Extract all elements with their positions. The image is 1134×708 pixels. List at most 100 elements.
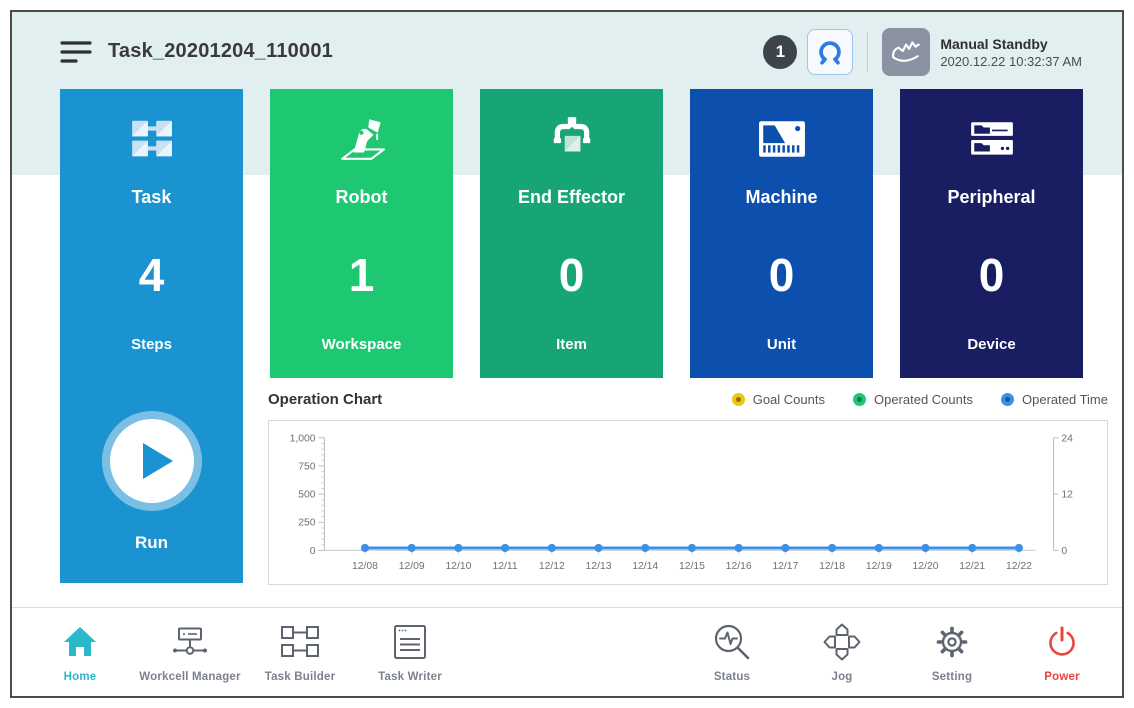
svg-text:12/11: 12/11	[493, 561, 518, 572]
legend-operated-time[interactable]: Operated Time	[1001, 392, 1108, 407]
bottom-navigation: Home	[12, 607, 1122, 696]
card-unit: Workspace	[322, 336, 402, 353]
svg-text:12/13: 12/13	[586, 561, 612, 572]
run-button[interactable]: Run	[110, 419, 194, 553]
card-label: Peripheral	[947, 187, 1035, 208]
workcell-manager-icon	[168, 622, 212, 662]
card-label: Robot	[336, 187, 388, 208]
card-unit: Steps	[131, 336, 172, 353]
svg-text:12/20: 12/20	[913, 561, 939, 572]
peripheral-rack-icon	[968, 113, 1016, 165]
nav-label: Status	[714, 671, 750, 683]
svg-text:500: 500	[298, 490, 316, 501]
svg-text:12/19: 12/19	[866, 561, 892, 572]
card-label: End Effector	[518, 187, 625, 208]
power-icon	[1045, 622, 1079, 662]
play-icon	[110, 419, 194, 503]
recovery-gripper-icon	[815, 37, 845, 67]
svg-text:12/15: 12/15	[679, 561, 705, 572]
nav-home[interactable]: Home	[25, 608, 135, 696]
svg-text:24: 24	[1061, 433, 1073, 444]
chart-title: Operation Chart	[268, 391, 382, 408]
run-label: Run	[135, 533, 168, 553]
card-value: 0	[559, 248, 585, 302]
peripheral-card[interactable]: Peripheral 0 Device	[900, 89, 1083, 378]
machine-icon	[758, 113, 806, 165]
mode-timestamp: 2020.12.22 10:32:37 AM	[940, 54, 1082, 69]
setting-gear-icon	[932, 622, 972, 662]
end-effector-card[interactable]: End Effector 0 Item	[480, 89, 663, 378]
card-value: 4	[139, 248, 165, 302]
svg-text:12/09: 12/09	[399, 561, 425, 572]
legend-label: Goal Counts	[753, 392, 825, 407]
nav-workcell-manager[interactable]: Workcell Manager	[135, 608, 245, 696]
app-window: Task_20201204_110001 1 Manual Standby	[10, 10, 1124, 698]
card-value: 0	[769, 248, 795, 302]
operated-time-dot-icon	[1001, 393, 1014, 406]
legend-goal-counts[interactable]: Goal Counts	[732, 392, 825, 407]
nav-power[interactable]: Power	[1007, 608, 1117, 696]
robot-arm-icon	[337, 113, 387, 165]
svg-text:1,000: 1,000	[290, 433, 316, 444]
task-blocks-icon	[129, 113, 175, 165]
nav-label: Task Writer	[378, 671, 442, 683]
card-unit: Item	[556, 336, 587, 353]
nav-label: Power	[1044, 671, 1080, 683]
operation-chart: 0 250 500 750 1,000 12/08 12/09 12/10 12/11 12/12…	[268, 420, 1108, 585]
svg-text:12/16: 12/16	[726, 561, 752, 572]
svg-text:12/08: 12/08	[352, 561, 378, 572]
notification-badge[interactable]: 1	[763, 35, 797, 69]
mode-label: Manual Standby	[940, 36, 1082, 52]
svg-text:0: 0	[1061, 546, 1067, 557]
svg-text:12/21: 12/21	[959, 561, 985, 572]
legend-label: Operated Time	[1022, 392, 1108, 407]
task-card[interactable]: Task 4 Steps Run	[60, 89, 243, 583]
svg-text:250: 250	[298, 518, 316, 529]
nav-label: Workcell Manager	[139, 671, 240, 683]
svg-text:750: 750	[298, 461, 316, 472]
nav-label: Home	[64, 671, 97, 683]
svg-text:12/12: 12/12	[539, 561, 565, 572]
jog-dpad-icon	[822, 622, 862, 662]
manual-mode-button[interactable]	[882, 28, 930, 76]
nav-jog[interactable]: Jog	[787, 608, 897, 696]
nav-task-writer[interactable]: Task Writer	[355, 608, 465, 696]
gripper-icon	[550, 113, 594, 165]
legend-operated-counts[interactable]: Operated Counts	[853, 392, 973, 407]
nav-task-builder[interactable]: Task Builder	[245, 608, 355, 696]
svg-text:0: 0	[310, 546, 316, 557]
recovery-button[interactable]	[807, 29, 853, 75]
machine-card[interactable]: Machine 0 Unit	[690, 89, 873, 378]
svg-text:12/22: 12/22	[1006, 561, 1032, 572]
page-title: Task_20201204_110001	[108, 40, 333, 63]
header-divider	[867, 32, 868, 72]
card-label: Task	[132, 187, 172, 208]
nav-label: Task Builder	[265, 671, 336, 683]
svg-text:12: 12	[1061, 490, 1073, 501]
operated-counts-dot-icon	[853, 393, 866, 406]
svg-text:12/18: 12/18	[819, 561, 845, 572]
svg-text:12/17: 12/17	[772, 561, 798, 572]
nav-status[interactable]: Status	[677, 608, 787, 696]
card-value: 1	[349, 248, 375, 302]
robot-card[interactable]: Robot 1 Workspace	[270, 89, 453, 378]
header-right-group: 1 Manual Standby 2020.12.22 10:32:37 AM	[763, 28, 1082, 76]
nav-label: Setting	[932, 671, 972, 683]
card-unit: Device	[967, 336, 1015, 353]
nav-setting[interactable]: Setting	[897, 608, 1007, 696]
task-builder-icon	[279, 622, 321, 662]
hamburger-menu-icon[interactable]	[60, 39, 92, 65]
card-value: 0	[979, 248, 1005, 302]
task-writer-icon	[392, 622, 428, 662]
manual-mode-hand-icon	[889, 35, 923, 69]
card-unit: Unit	[767, 336, 796, 353]
legend-label: Operated Counts	[874, 392, 973, 407]
status-magnifier-icon	[713, 622, 751, 662]
goal-counts-dot-icon	[732, 393, 745, 406]
svg-text:12/10: 12/10	[445, 561, 471, 572]
chart-legend: Goal Counts Operated Counts Operated Tim…	[732, 392, 1108, 407]
svg-text:12/14: 12/14	[632, 561, 658, 572]
home-icon	[63, 622, 97, 662]
nav-label: Jog	[831, 671, 852, 683]
card-label: Machine	[745, 187, 817, 208]
